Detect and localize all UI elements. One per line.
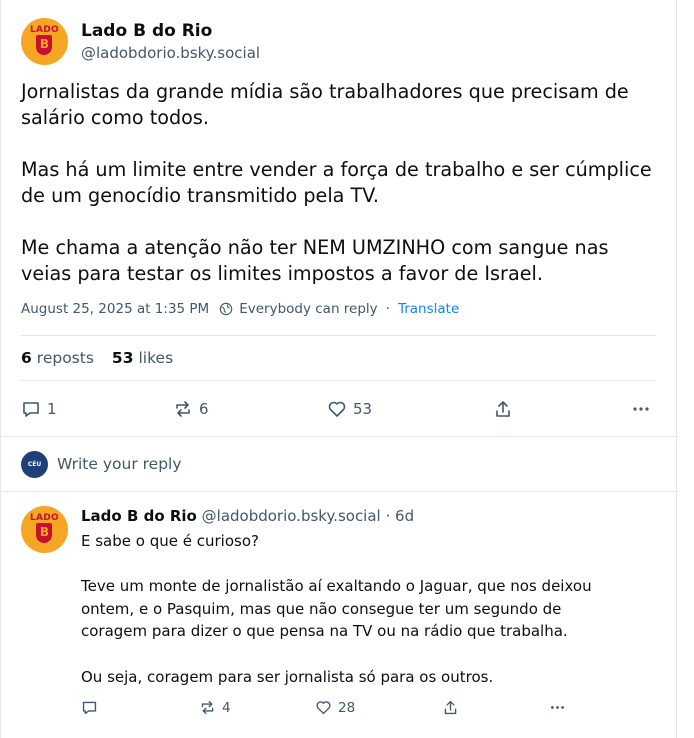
repost-button[interactable]: 6	[173, 399, 209, 419]
like-icon	[316, 701, 331, 715]
more-icon	[633, 406, 649, 411]
author-display-name[interactable]: Lado B do Rio	[81, 20, 260, 42]
reply-input-placeholder[interactable]: Write your reply	[57, 455, 182, 473]
reply-header: Lado B do Rio @ladobdorio.bsky.social · …	[81, 506, 626, 526]
share-icon	[496, 400, 510, 417]
reply-button[interactable]	[81, 699, 104, 716]
reply-composer[interactable]: CÉU Write your reply	[1, 437, 676, 491]
author-row: LADO B Lado B do Rio @ladobdorio.bsky.so…	[21, 18, 656, 65]
like-button[interactable]: 28	[315, 699, 355, 716]
reply-icon	[82, 701, 97, 715]
meta-separator: ·	[385, 301, 390, 317]
avatar-text: LADO	[29, 513, 60, 523]
reply-button[interactable]: 1	[21, 399, 57, 419]
post-timestamp[interactable]: August 25, 2025 at 1:35 PM	[21, 301, 209, 317]
reply-icon	[23, 401, 39, 417]
avatar-letter: B	[39, 525, 50, 539]
reply-handle[interactable]: @ladobdorio.bsky.social	[202, 507, 381, 525]
more-icon	[551, 706, 564, 710]
reposts-count[interactable]: 6	[21, 349, 32, 367]
reposts-label[interactable]: reposts	[37, 349, 94, 367]
translate-link[interactable]: Translate	[398, 301, 459, 317]
thread-container: LADO B Lado B do Rio @ladobdorio.bsky.so…	[0, 0, 677, 738]
globe-icon	[219, 302, 233, 316]
main-post: LADO B Lado B do Rio @ladobdorio.bsky.so…	[1, 0, 676, 436]
user-avatar: CÉU	[21, 450, 48, 478]
post-meta: August 25, 2025 at 1:35 PM Everybody can…	[21, 301, 656, 317]
share-button[interactable]	[442, 699, 459, 716]
avatar-letter: B	[39, 37, 50, 51]
reply-display-name[interactable]: Lado B do Rio	[81, 507, 197, 525]
like-count: 28	[338, 699, 356, 716]
reply-actions: 4 28	[81, 688, 626, 728]
share-icon	[444, 701, 457, 715]
like-button[interactable]: 53	[327, 399, 372, 419]
reply-post[interactable]: LADO B Lado B do Rio @ladobdorio.bsky.so…	[1, 492, 676, 728]
repost-icon	[201, 701, 214, 715]
engagement-stats: 6 reposts 53 likes	[21, 336, 656, 380]
reply-count: 1	[47, 399, 57, 418]
share-button[interactable]	[493, 399, 513, 419]
author-names: Lado B do Rio @ladobdorio.bsky.social	[81, 20, 260, 64]
reply-setting[interactable]: Everybody can reply	[239, 301, 377, 317]
author-handle[interactable]: @ladobdorio.bsky.social	[81, 42, 260, 64]
avatar[interactable]: LADO B	[21, 18, 68, 65]
repost-count: 6	[199, 399, 209, 418]
likes-count[interactable]: 53	[112, 349, 134, 367]
repost-icon	[176, 400, 190, 417]
likes-label[interactable]: likes	[139, 349, 174, 367]
reply-text: E sabe o que é curioso? Teve um monte de…	[81, 532, 592, 686]
avatar-text: LADO	[29, 25, 60, 35]
avatar[interactable]: LADO B	[21, 506, 68, 553]
post-actions: 1 6 53	[21, 381, 656, 436]
post-text: Jornalistas da grande mídia são trabalha…	[21, 80, 652, 285]
more-button[interactable]	[549, 699, 566, 716]
like-icon	[328, 401, 346, 417]
repost-button[interactable]: 4	[199, 699, 231, 716]
repost-count: 4	[222, 699, 231, 716]
reply-body: Lado B do Rio @ladobdorio.bsky.social · …	[81, 506, 626, 728]
like-count: 53	[353, 399, 373, 418]
more-button[interactable]	[631, 399, 651, 419]
reply-age[interactable]: · 6d	[386, 507, 415, 525]
